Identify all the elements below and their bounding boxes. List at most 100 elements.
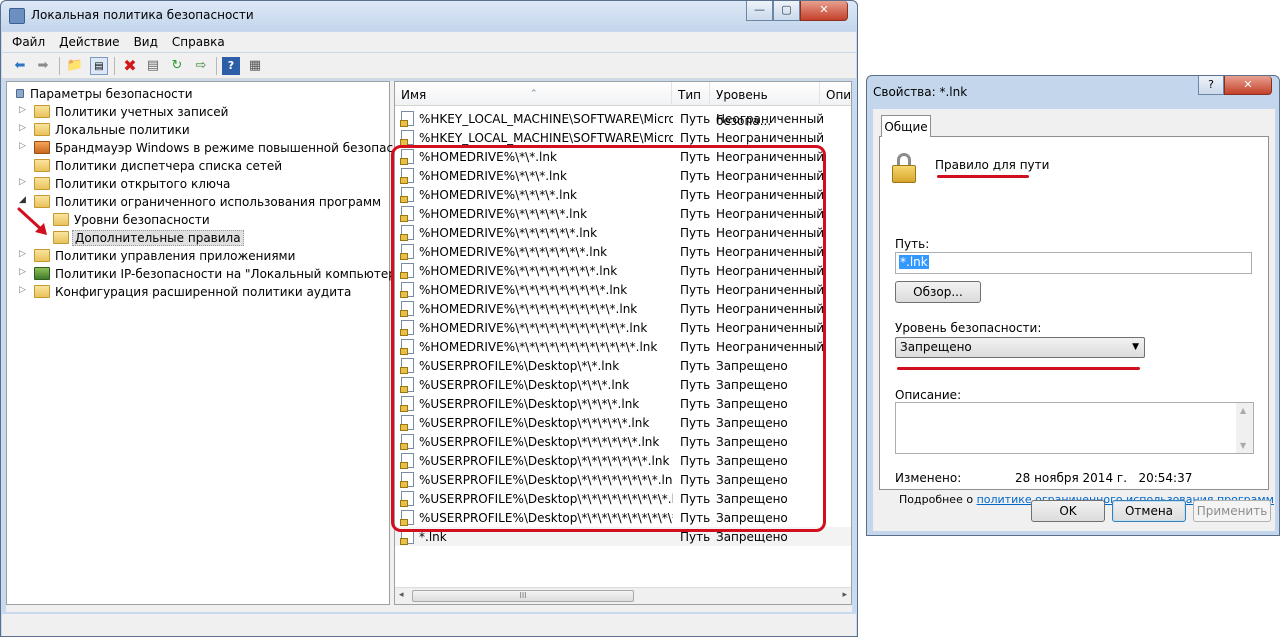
firewall-icon — [34, 141, 50, 154]
table-row[interactable]: %HOMEDRIVE%\*\*\*\*\*\*\*\*\*\*\*.lnk Пут… — [395, 318, 851, 337]
annotation-underline — [937, 175, 1029, 178]
vertical-scrollbar[interactable]: ▲ ▼ — [1236, 403, 1253, 453]
close-button[interactable]: ✕ — [800, 1, 848, 21]
table-row[interactable]: %USERPROFILE%\Desktop\*\*\*.lnk Путь Запре… — [395, 375, 851, 394]
dialog-help-button[interactable]: ? — [1198, 76, 1224, 95]
rule-level: Запрещено — [716, 454, 788, 468]
ok-button[interactable]: OK — [1031, 500, 1105, 522]
rule-name: %USERPROFILE%\Desktop\*\*\*\*\*\*\*\*\*.… — [419, 492, 673, 506]
cancel-button[interactable]: Отмена — [1112, 500, 1186, 522]
menu-file[interactable]: Файл — [12, 35, 45, 49]
scrollbar-thumb[interactable]: III — [412, 590, 634, 602]
dialog-close-button[interactable]: ✕ — [1224, 76, 1272, 95]
browse-button[interactable]: Обзор... — [895, 281, 981, 303]
rule-name: %HOMEDRIVE%\*\*\*\*\*.lnk — [419, 207, 588, 221]
menu-view[interactable]: Вид — [134, 35, 158, 49]
security-level-select[interactable]: Запрещено ▼ — [895, 337, 1145, 358]
table-row[interactable]: %HOMEDRIVE%\*\*.lnk Путь Неограниченный — [395, 147, 851, 166]
toolbar: ⬅ ➡ 📁 ▤ ✖ ▤ ↻ ⇨ ? ▦ — [2, 53, 856, 79]
table-row[interactable]: %USERPROFILE%\Desktop\*\*.lnk Путь Запреще… — [395, 356, 851, 375]
expand-arrow-icon[interactable]: ▷ — [19, 267, 29, 277]
rule-name: %USERPROFILE%\Desktop\*\*\*\*\*\*\*\*.ln… — [419, 473, 673, 487]
menu-action[interactable]: Действие — [59, 35, 119, 49]
table-row[interactable]: %HKEY_LOCAL_MACHINE\SOFTWARE\Micro... Пут… — [395, 128, 851, 147]
table-row[interactable]: %HOMEDRIVE%\*\*\*\*\*\*\*\*\*.lnk Путь Нео… — [395, 280, 851, 299]
rule-name: %HOMEDRIVE%\*\*\*\*\*\*\*.lnk — [419, 245, 608, 259]
column-header-level[interactable]: Уровень безопа... — [710, 82, 820, 128]
folder-icon — [34, 177, 50, 190]
description-textarea[interactable]: ▲ ▼ — [895, 402, 1254, 454]
path-rule-icon — [400, 130, 414, 146]
table-row[interactable]: %HOMEDRIVE%\*\*\*\*\*\*.lnk Путь Неогранич… — [395, 223, 851, 242]
expand-arrow-icon[interactable]: ▷ — [19, 123, 29, 133]
delete-icon[interactable]: ✖ — [121, 57, 139, 75]
properties-icon[interactable]: ▤ — [144, 57, 162, 75]
security-level-label: Уровень безопасности: — [895, 321, 1042, 335]
column-header-type[interactable]: Тип — [672, 82, 710, 106]
rule-level: Неограниченный — [716, 150, 825, 164]
column-header-description[interactable]: Опи — [820, 82, 851, 106]
collapse-arrow-icon[interactable]: ◢ — [19, 195, 29, 205]
export-list-icon[interactable]: ⇨ — [192, 57, 210, 75]
table-row[interactable]: %USERPROFILE%\Desktop\*\*\*\*.lnk Путь Зап… — [395, 394, 851, 413]
show-hide-tree-icon[interactable]: ▤ — [90, 57, 108, 75]
expand-arrow-icon[interactable]: ▷ — [19, 249, 29, 259]
rules-list[interactable]: ⌃ Имя Тип Уровень безопа... Опи %HKEY_LO… — [394, 81, 852, 605]
table-row[interactable]: %HOMEDRIVE%\*\*\*.lnk Путь Неограниченный — [395, 166, 851, 185]
table-row[interactable]: %HOMEDRIVE%\*\*\*\*.lnk Путь Неограниченны… — [395, 185, 851, 204]
column-header-name[interactable]: ⌃ Имя — [395, 82, 672, 106]
table-row[interactable]: %USERPROFILE%\Desktop\*\*\*\*\*\*.lnk Пут… — [395, 432, 851, 451]
help-icon[interactable]: ? — [222, 57, 240, 75]
folder-icon — [34, 285, 50, 298]
table-row[interactable]: %USERPROFILE%\Desktop\*\*\*\*\*.lnk Путь З… — [395, 413, 851, 432]
table-row[interactable]: %HOMEDRIVE%\*\*\*\*\*\*\*\*\*\*\*\*.lnk П… — [395, 337, 851, 356]
rule-name: %HOMEDRIVE%\*\*\*\*\*\*\*\*\*\*\*.lnk — [419, 321, 648, 335]
table-row[interactable]: %HOMEDRIVE%\*\*\*\*\*.lnk Путь Неограничен… — [395, 204, 851, 223]
rule-name: %USERPROFILE%\Desktop\*\*\*\*\*.lnk — [419, 416, 650, 430]
table-row[interactable]: %USERPROFILE%\Desktop\*\*\*\*\*\*\*\*.ln… — [395, 470, 851, 489]
up-folder-icon[interactable]: 📁 — [66, 57, 84, 75]
rule-type: Путь — [680, 397, 711, 411]
maximize-button[interactable]: ▢ — [773, 1, 800, 21]
table-row[interactable]: %HKEY_LOCAL_MACHINE\SOFTWARE\Micro... Пут… — [395, 109, 851, 128]
table-row[interactable]: %HOMEDRIVE%\*\*\*\*\*\*\*.lnk Путь Неогран… — [395, 242, 851, 261]
minimize-button[interactable]: — — [746, 1, 773, 21]
rule-type: Путь — [680, 150, 711, 164]
scroll-down-icon[interactable]: ▼ — [1240, 441, 1246, 450]
rule-type-label: Правило для пути — [935, 158, 1050, 172]
refresh-icon[interactable]: ↻ — [168, 57, 186, 75]
expand-arrow-icon[interactable]: ▷ — [19, 177, 29, 187]
table-row[interactable]: %USERPROFILE%\Desktop\*\*\*\*\*\*\*\*\*.… — [395, 489, 851, 508]
scroll-left-icon[interactable]: ◂ — [399, 590, 404, 600]
rule-type: Путь — [680, 226, 711, 240]
path-input[interactable]: *.lnk — [895, 252, 1252, 274]
expand-arrow-icon[interactable]: ▷ — [19, 105, 29, 115]
table-row[interactable]: %HOMEDRIVE%\*\*\*\*\*\*\*\*\*\*.lnk Путь Н… — [395, 299, 851, 318]
table-row[interactable]: %USERPROFILE%\Desktop\*\*\*\*\*\*\*\*\*\… — [395, 508, 851, 527]
table-row[interactable]: %USERPROFILE%\Desktop\*\*\*\*\*\*\*.lnk П… — [395, 451, 851, 470]
folder-lock-icon — [34, 123, 50, 136]
rule-type: Путь — [680, 112, 711, 126]
rule-name: %HOMEDRIVE%\*\*\*\*.lnk — [419, 188, 577, 202]
tree-pane[interactable]: Параметры безопасности ▷ Политики учетны… — [6, 81, 430, 605]
rule-level: Запрещено — [716, 511, 788, 525]
rule-type: Путь — [680, 378, 711, 392]
rule-level: Неограниченный — [716, 340, 825, 354]
back-arrow-icon[interactable]: ⬅ — [11, 57, 29, 75]
modified-label: Изменено: — [895, 471, 962, 485]
menu-help[interactable]: Справка — [172, 35, 225, 49]
forward-arrow-icon[interactable]: ➡ — [34, 57, 52, 75]
scroll-right-icon[interactable]: ▸ — [842, 590, 847, 600]
rule-level: Неограниченный — [716, 264, 825, 278]
folder-icon — [53, 231, 69, 244]
scroll-up-icon[interactable]: ▲ — [1240, 406, 1246, 415]
tab-general[interactable]: Общие — [881, 115, 931, 137]
rule-level: Неограниченный — [716, 283, 825, 297]
main-titlebar[interactable]: Локальная политика безопасности — ▢ ✕ — [1, 1, 857, 31]
table-row[interactable]: *.lnk Путь Запрещено — [395, 527, 851, 546]
expand-arrow-icon[interactable]: ▷ — [19, 141, 29, 151]
table-row[interactable]: %HOMEDRIVE%\*\*\*\*\*\*\*\*.lnk Путь Неогр… — [395, 261, 851, 280]
horizontal-scrollbar[interactable]: ◂ III ▸ — [395, 587, 851, 604]
expand-arrow-icon[interactable]: ▷ — [19, 285, 29, 295]
details-view-icon[interactable]: ▦ — [246, 57, 264, 75]
